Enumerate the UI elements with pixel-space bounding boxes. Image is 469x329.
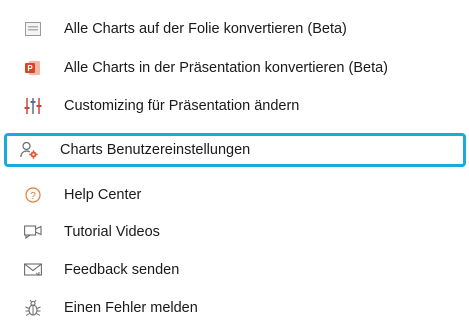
menu-item-tutorial-videos[interactable]: Tutorial Videos [8, 215, 463, 249]
mail-icon [24, 261, 42, 279]
menu-item-charts-user-settings[interactable]: Charts Benutzereinstellungen [4, 133, 466, 167]
menu-item-feedback[interactable]: Feedback senden [8, 253, 463, 287]
menu-item-convert-presentation-charts[interactable]: P Alle Charts in der Präsentation konver… [8, 51, 463, 85]
menu-item-label: Feedback senden [64, 262, 180, 278]
menu-item-label: Tutorial Videos [64, 224, 160, 240]
video-icon [24, 223, 42, 241]
menu-item-label: Alle Charts in der Präsentation konverti… [64, 60, 388, 76]
menu-item-label: Alle Charts auf der Folie konvertieren (… [64, 21, 347, 37]
menu-item-label: Customizing für Präsentation ändern [64, 98, 300, 114]
svg-text:?: ? [30, 191, 36, 202]
svg-text:P: P [27, 64, 33, 73]
powerpoint-icon: P [24, 59, 42, 77]
menu-item-help-center[interactable]: ? Help Center [8, 178, 463, 212]
sliders-icon [24, 97, 42, 115]
context-menu: Alle Charts auf der Folie konvertieren (… [0, 0, 469, 329]
menu-item-convert-slide-charts[interactable]: Alle Charts auf der Folie konvertieren (… [8, 12, 463, 46]
menu-item-customizing[interactable]: Customizing für Präsentation ändern [8, 89, 463, 123]
bug-icon [24, 299, 42, 317]
user-settings-icon [20, 141, 38, 159]
menu-item-label: Einen Fehler melden [64, 300, 198, 316]
slide-icon [24, 20, 42, 38]
menu-item-label: Help Center [64, 187, 142, 203]
menu-item-report-bug[interactable]: Einen Fehler melden [8, 291, 463, 325]
menu-item-label: Charts Benutzereinstellungen [60, 142, 251, 158]
help-icon: ? [24, 186, 42, 204]
